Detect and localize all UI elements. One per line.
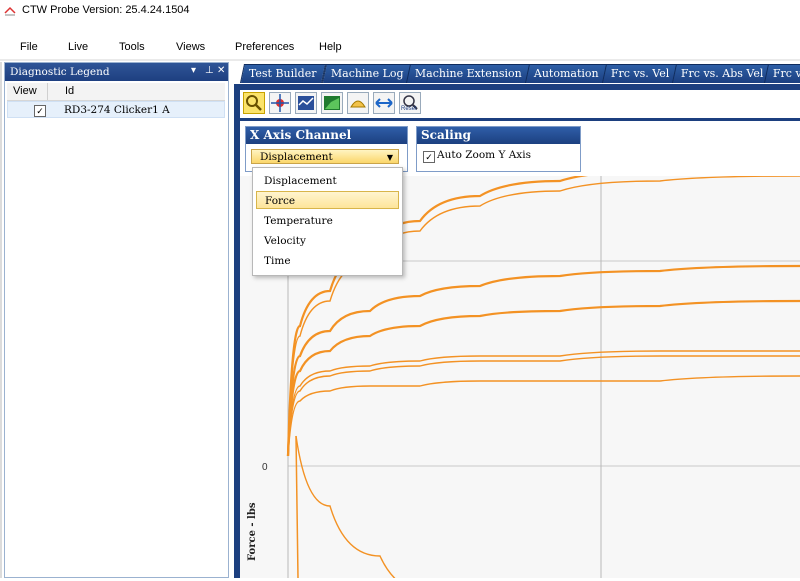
tab-strip: Test Builder Machine Log Machine Extensi… (236, 64, 800, 84)
reset-label: Reset (401, 106, 417, 112)
x-axis-channel-dropdown[interactable]: Displacement ▼ (251, 149, 399, 164)
title-bar: CTW Probe Version: 25.4.24.1504 (0, 0, 800, 22)
tab-test-builder[interactable]: Test Builder (239, 64, 326, 83)
close-icon[interactable]: ✕ (217, 65, 225, 76)
menu-divider (0, 59, 800, 61)
tab-label: Test Builder (248, 67, 317, 80)
x-axis-channel-menu: Displacement Force Temperature Velocity … (252, 167, 403, 276)
chart-view-icon[interactable] (295, 92, 317, 114)
chart-toolbar: Reset (240, 90, 800, 118)
pan-target-icon[interactable] (269, 92, 291, 114)
tab-machine-extension[interactable]: Machine Extension (405, 64, 531, 83)
tab-automation[interactable]: Automation (524, 64, 608, 83)
series-line-5 (287, 350, 800, 457)
reset-zoom-icon[interactable]: Reset (399, 92, 421, 114)
auto-zoom-checkbox[interactable]: ✓ (423, 151, 435, 163)
menu-views[interactable]: Views (176, 41, 205, 53)
menu-preferences[interactable]: Preferences (235, 41, 294, 53)
x-axis-channel-group: X Axis Channel Displacement ▼ (245, 126, 408, 172)
fill-chart-icon[interactable] (321, 92, 343, 114)
series-drop-line (295, 435, 299, 579)
series-line-7 (287, 375, 800, 457)
menu-live[interactable]: Live (68, 41, 88, 53)
x-axis-channel-title: X Axis Channel (246, 127, 407, 144)
menu-bar: File Live Tools Views Preferences Help (0, 38, 800, 58)
menu-option-temperature[interactable]: Temperature (256, 212, 399, 230)
tab-label: Automation (533, 67, 599, 80)
dome-icon[interactable] (347, 92, 369, 114)
column-view[interactable]: View (13, 85, 37, 97)
column-separator[interactable] (47, 83, 48, 100)
auto-zoom-label: Auto Zoom Y Axis (437, 149, 531, 161)
window-title: CTW Probe Version: 25.4.24.1504 (22, 4, 190, 16)
y-axis-label: Force - lbs (247, 502, 258, 561)
menu-tools[interactable]: Tools (119, 41, 145, 53)
column-id[interactable]: Id (65, 85, 74, 97)
y-tick-label: 0 (262, 462, 268, 473)
tab-frc-vs-vel[interactable]: Frc vs. Vel (601, 64, 679, 83)
legend-row[interactable]: ✓ RD3-274 Clicker1 A (7, 101, 225, 118)
window-left-edge (0, 62, 2, 578)
scaling-group: Scaling ✓ Auto Zoom Y Axis (416, 126, 581, 172)
legend-row-checkbox[interactable]: ✓ (34, 105, 46, 117)
dropdown-value: Displacement (260, 151, 333, 163)
series-line-8 (295, 435, 399, 581)
tab-label: Frc vs. Abs Vel (680, 67, 764, 80)
tab-label: Machine Log (330, 67, 404, 80)
diagnostic-legend-panel: Diagnostic Legend ▾ ⊥ ✕ View Id ✓ RD3-27… (4, 62, 229, 578)
tab-label: Machine Extension (414, 67, 522, 80)
menu-option-velocity[interactable]: Velocity (256, 232, 399, 250)
menu-help[interactable]: Help (319, 41, 342, 53)
menu-option-force[interactable]: Force (256, 191, 399, 209)
tab-frc-vs-abs-vel[interactable]: Frc vs. Abs Vel (671, 64, 773, 83)
series-line-6 (287, 355, 800, 457)
legend-panel-header: Diagnostic Legend ▾ ⊥ ✕ (5, 63, 228, 81)
legend-panel-title: Diagnostic Legend (10, 66, 110, 78)
tab-label: Frc vs. Vel (610, 67, 670, 80)
legend-row-id: RD3-274 Clicker1 A (64, 104, 170, 116)
panel-dropdown-icon[interactable]: ▾ (191, 65, 196, 76)
tab-machine-log[interactable]: Machine Log (321, 64, 413, 83)
pin-icon[interactable]: ⊥ (205, 65, 214, 76)
tab-label: Frc v (772, 67, 800, 80)
series-line-4 (286, 299, 800, 457)
menu-option-displacement[interactable]: Displacement (256, 172, 399, 190)
horizontal-arrows-icon[interactable] (373, 92, 395, 114)
menu-file[interactable]: File (20, 41, 38, 53)
tab-frc-v[interactable]: Frc v (763, 64, 800, 83)
app-icon (4, 6, 16, 16)
legend-grid-header: View Id (7, 83, 225, 101)
zoom-icon[interactable] (243, 92, 265, 114)
menu-option-time[interactable]: Time (256, 252, 399, 270)
scaling-title: Scaling (417, 127, 580, 144)
chevron-down-icon[interactable]: ▼ (387, 150, 393, 165)
